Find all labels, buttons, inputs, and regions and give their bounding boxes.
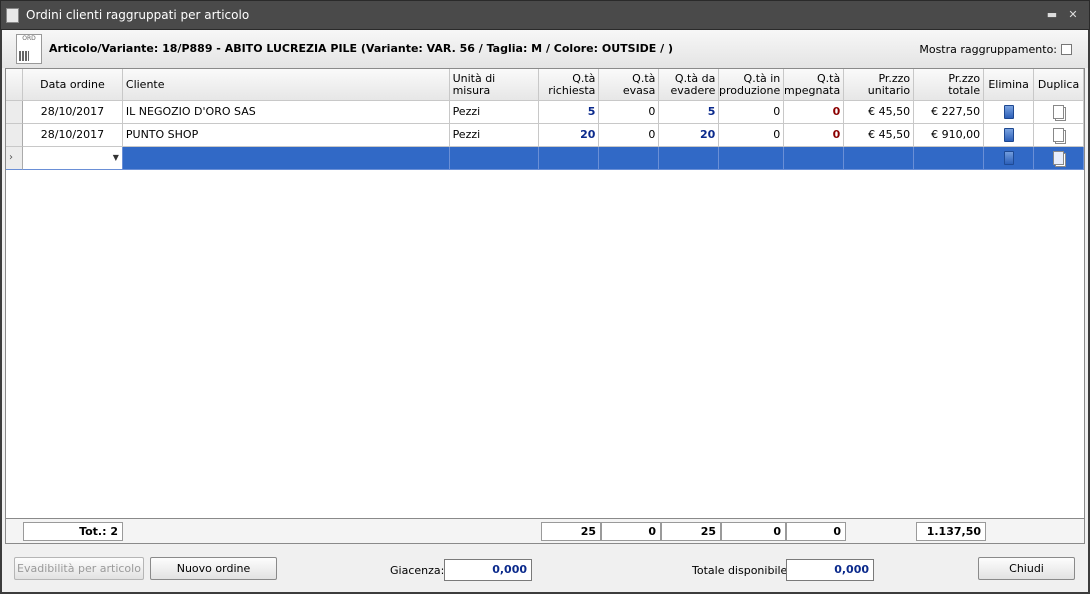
window-title: Ordini clienti raggruppati per articolo	[26, 8, 250, 22]
cell-unitario[interactable]: € 45,50	[844, 124, 915, 147]
totale-disponibile-field: 0,000	[786, 559, 874, 581]
col-header-um[interactable]: Unità di misura	[449, 69, 540, 101]
total-da-evadere: 25	[661, 522, 721, 541]
new-row-impegnata[interactable]	[784, 147, 845, 170]
cell-richiesta[interactable]: 5	[539, 101, 600, 124]
copy-icon[interactable]	[1053, 151, 1065, 165]
cell-totale[interactable]: € 227,50	[914, 101, 985, 124]
cell-impegnata[interactable]: 0	[784, 124, 845, 147]
col-header-duplica[interactable]: Duplica	[1034, 69, 1085, 101]
col-header-elimina[interactable]: Elimina	[984, 69, 1035, 101]
new-row-date-combo[interactable]: ▼	[22, 147, 123, 170]
new-row-cliente[interactable]	[122, 147, 450, 170]
close-button[interactable]: Chiudi	[978, 557, 1075, 580]
cell-evasa[interactable]: 0	[599, 124, 660, 147]
cell-da-evadere[interactable]: 5	[659, 101, 720, 124]
col-header-evasa[interactable]: Q.tà evasa	[599, 69, 660, 101]
chevron-down-icon[interactable]: ▼	[113, 147, 119, 169]
col-header-data[interactable]: Data ordine	[22, 69, 123, 101]
totale-disponibile-label: Totale disponibile:	[692, 564, 792, 577]
cell-data[interactable]: 28/10/2017	[22, 124, 123, 147]
minimize-icon[interactable]: ▬	[1044, 7, 1060, 23]
row-indicator-current[interactable]: ›	[6, 147, 23, 170]
footer: Evadibilità per articolo Nuovo ordine Gi…	[2, 544, 1088, 592]
new-row-richiesta[interactable]	[539, 147, 600, 170]
cell-data[interactable]: 28/10/2017	[22, 101, 123, 124]
new-row-delete-button[interactable]	[984, 147, 1035, 170]
delete-row-button[interactable]	[984, 124, 1035, 147]
show-grouping-checkbox[interactable]	[1061, 44, 1072, 55]
article-header: ORD Articolo/Variante: 18/P889 - ABITO L…	[2, 30, 1088, 68]
show-grouping-label: Mostra raggruppamento:	[919, 43, 1057, 56]
cell-da-evadere[interactable]: 20	[659, 124, 720, 147]
duplicate-row-button[interactable]	[1034, 101, 1085, 124]
total-evasa: 0	[601, 522, 661, 541]
col-header-produzione[interactable]: Q.tà in produzione	[719, 69, 785, 101]
giacenza-field: 0,000	[444, 559, 532, 581]
giacenza-label: Giacenza:	[390, 564, 445, 577]
table-row[interactable]: 28/10/2017 PUNTO SHOP Pezzi 20 0 20 0 0 …	[6, 124, 1085, 147]
cell-totale[interactable]: € 910,00	[914, 124, 985, 147]
cell-unitario[interactable]: € 45,50	[844, 101, 915, 124]
col-header-impegnata[interactable]: Q.tà impegnata	[784, 69, 845, 101]
cell-produzione[interactable]: 0	[719, 101, 785, 124]
close-icon[interactable]: ✕	[1065, 7, 1081, 23]
cell-um[interactable]: Pezzi	[449, 124, 540, 147]
row-indicator[interactable]	[6, 101, 23, 124]
row-indicator-header	[6, 69, 23, 101]
copy-icon[interactable]	[1053, 128, 1065, 142]
trash-icon[interactable]	[1003, 128, 1014, 142]
cell-produzione[interactable]: 0	[719, 124, 785, 147]
row-indicator[interactable]	[6, 124, 23, 147]
total-richiesta: 25	[541, 522, 601, 541]
cell-cliente[interactable]: PUNTO SHOP	[122, 124, 450, 147]
new-order-button[interactable]: Nuovo ordine	[150, 557, 277, 580]
new-row-totale[interactable]	[914, 147, 985, 170]
grid-header: Data ordine Cliente Unità di misura Q.tà…	[6, 69, 1085, 101]
new-row-duplicate-button[interactable]	[1034, 147, 1085, 170]
trash-icon[interactable]	[1003, 105, 1014, 119]
trash-icon[interactable]	[1003, 151, 1014, 165]
total-count: Tot.: 2	[23, 522, 123, 541]
duplicate-row-button[interactable]	[1034, 124, 1085, 147]
copy-icon[interactable]	[1053, 105, 1065, 119]
evadibilita-button[interactable]: Evadibilità per articolo	[14, 557, 144, 580]
cell-impegnata[interactable]: 0	[784, 101, 845, 124]
new-row[interactable]: › ▼	[6, 147, 1085, 170]
orders-grid[interactable]: Data ordine Cliente Unità di misura Q.tà…	[5, 68, 1085, 544]
delete-row-button[interactable]	[984, 101, 1035, 124]
totals-bar: Tot.: 2 25 0 25 0 0 1.137,50	[5, 518, 1085, 544]
cell-um[interactable]: Pezzi	[449, 101, 540, 124]
order-document-icon: ORD	[16, 34, 42, 64]
new-row-evasa[interactable]	[599, 147, 660, 170]
new-row-produzione[interactable]	[719, 147, 785, 170]
col-header-richiesta[interactable]: Q.tà richiesta	[539, 69, 600, 101]
cell-evasa[interactable]: 0	[599, 101, 660, 124]
app-icon	[6, 8, 19, 23]
cell-cliente[interactable]: IL NEGOZIO D'ORO SAS	[122, 101, 450, 124]
total-impegnata: 0	[786, 522, 846, 541]
total-importo: 1.137,50	[916, 522, 986, 541]
new-row-unitario[interactable]	[844, 147, 915, 170]
cell-richiesta[interactable]: 20	[539, 124, 600, 147]
dialog-content: ORD Articolo/Variante: 18/P889 - ABITO L…	[2, 30, 1088, 592]
col-header-totale[interactable]: Pr.zzo totale	[914, 69, 985, 101]
new-row-da-evadere[interactable]	[659, 147, 720, 170]
col-header-da-evadere[interactable]: Q.tà da evadere	[659, 69, 720, 101]
show-grouping-toggle[interactable]: Mostra raggruppamento:	[919, 43, 1072, 56]
col-header-cliente[interactable]: Cliente	[122, 69, 450, 101]
col-header-unitario[interactable]: Pr.zzo unitario	[844, 69, 915, 101]
title-bar: Ordini clienti raggruppati per articolo …	[0, 0, 1090, 30]
table-row[interactable]: 28/10/2017 IL NEGOZIO D'ORO SAS Pezzi 5 …	[6, 101, 1085, 124]
article-label: Articolo/Variante: 18/P889 - ABITO LUCRE…	[49, 42, 674, 55]
new-row-um[interactable]	[449, 147, 540, 170]
total-produzione: 0	[721, 522, 786, 541]
